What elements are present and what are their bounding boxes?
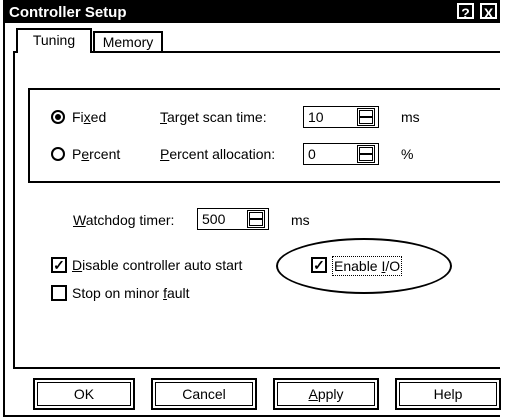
percent-label-c: rcent: [89, 146, 121, 162]
fixed-label[interactable]: Fixed: [72, 108, 106, 126]
disable-label-a: D: [72, 257, 83, 273]
percent-allocation-label: Percent allocation:: [160, 145, 275, 163]
apply-label-a: A: [308, 386, 318, 402]
enable-io-label[interactable]: Enable I/O: [332, 256, 403, 276]
tab-memory[interactable]: Memory: [93, 31, 163, 52]
watchdog-label-b: atchdog timer:: [85, 212, 175, 228]
percent-label-a: P: [72, 146, 82, 162]
apply-label-b: pply: [317, 386, 344, 402]
help-label: Help: [433, 386, 463, 402]
help-icon[interactable]: ?: [457, 3, 474, 21]
close-icon[interactable]: X: [480, 3, 497, 21]
cancel-button[interactable]: Cancel: [151, 378, 257, 410]
disable-auto-start-checkbox[interactable]: ✓: [51, 257, 67, 273]
enable-io-checkbox[interactable]: ✓: [311, 257, 327, 273]
fixed-label-c: ed: [90, 109, 107, 125]
fixed-radio[interactable]: [51, 110, 65, 124]
ok-label: OK: [73, 386, 95, 402]
alloc-label-b: ercent allocation:: [169, 146, 276, 162]
fixed-label-a: Fi: [72, 109, 84, 125]
spin-down-icon[interactable]: [359, 117, 373, 124]
percent-radio[interactable]: [51, 147, 65, 161]
tab-memory-label: Memory: [102, 34, 154, 50]
enable-label-c: /O: [385, 258, 401, 274]
disable-auto-start-label[interactable]: Disable controller auto start: [72, 256, 242, 274]
spin-down-icon[interactable]: [249, 219, 263, 226]
help-button[interactable]: Help: [395, 378, 501, 410]
percent-label[interactable]: Percent: [72, 145, 120, 163]
target-label-a: T: [160, 109, 167, 125]
percent-label-b: e: [81, 146, 90, 162]
scan-time-group: [28, 88, 500, 183]
target-scan-time-value: 10: [308, 109, 324, 125]
stop-on-minor-fault-checkbox[interactable]: [51, 285, 67, 301]
spin-up-icon[interactable]: [359, 147, 373, 154]
target-label-b: arget scan time:: [167, 109, 267, 125]
target-scan-time-label: Target scan time:: [160, 108, 267, 126]
check-icon: ✓: [313, 257, 325, 273]
ok-button[interactable]: OK: [33, 378, 135, 410]
alloc-unit: %: [401, 146, 414, 162]
watchdog-timer-value: 500: [202, 211, 226, 227]
watchdog-timer-label: Watchdog timer:: [73, 211, 174, 229]
cancel-label: Cancel: [182, 386, 226, 402]
stop-label-a: Stop on minor: [72, 285, 164, 301]
title-bar: Controller Setup ? X: [5, 2, 500, 23]
spin-down-icon[interactable]: [359, 154, 373, 161]
alloc-label-a: P: [160, 146, 170, 162]
watchdog-timer-spinner[interactable]: [247, 210, 265, 228]
watchdog-label-a: W: [73, 212, 86, 228]
stop-label-c: ault: [166, 285, 190, 301]
target-scan-time-spinner[interactable]: [357, 108, 375, 126]
enable-label-a: Enable: [334, 258, 382, 274]
percent-allocation-spinner[interactable]: [357, 145, 375, 163]
tab-tuning-label: Tuning: [32, 32, 76, 48]
fixed-label-b: x: [83, 109, 91, 125]
watchdog-unit: ms: [291, 212, 310, 228]
disable-label-b: isable controller auto start: [82, 257, 243, 273]
target-unit: ms: [401, 109, 420, 125]
spin-up-icon[interactable]: [359, 110, 373, 117]
spin-up-icon[interactable]: [249, 212, 263, 219]
tab-tuning[interactable]: Tuning: [16, 28, 92, 53]
percent-allocation-value: 0: [308, 146, 316, 162]
window-title: Controller Setup: [9, 4, 127, 21]
check-icon: ✓: [53, 257, 65, 273]
stop-on-minor-fault-label[interactable]: Stop on minor fault: [72, 284, 190, 302]
apply-button[interactable]: Apply: [273, 378, 379, 410]
